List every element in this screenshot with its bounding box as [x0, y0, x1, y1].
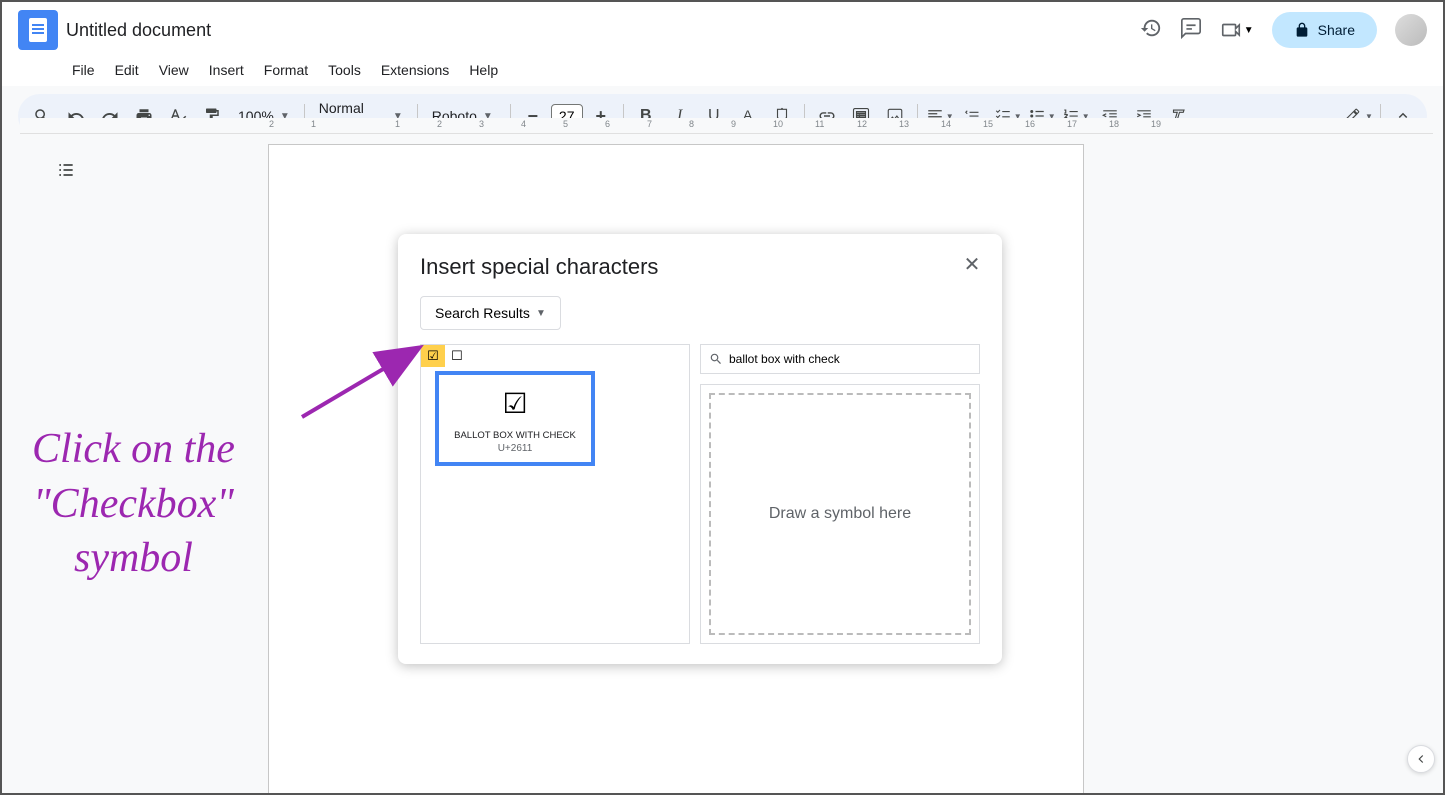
share-button[interactable]: Share	[1272, 12, 1377, 48]
avatar[interactable]	[1395, 14, 1427, 46]
menu-format[interactable]: Format	[256, 58, 316, 82]
vertical-ruler	[2, 134, 20, 793]
menu-view[interactable]: View	[151, 58, 197, 82]
horizontal-ruler: 2112345678910111213141516171819	[20, 118, 1433, 134]
annotation-text: Click on the "Checkbox" symbol	[32, 422, 235, 586]
header-right: ▼ Share	[1140, 12, 1427, 48]
outline-button[interactable]	[48, 152, 84, 188]
menu-edit[interactable]: Edit	[107, 58, 147, 82]
menu-help[interactable]: Help	[461, 58, 506, 82]
menu-tools[interactable]: Tools	[320, 58, 369, 82]
dialog-title: Insert special characters	[420, 254, 980, 280]
header: Untitled document ▼ Share	[2, 2, 1443, 58]
document-title[interactable]: Untitled document	[66, 20, 211, 41]
menu-insert[interactable]: Insert	[201, 58, 252, 82]
menu-extensions[interactable]: Extensions	[373, 58, 457, 82]
search-input[interactable]	[729, 352, 971, 366]
header-title-icons	[221, 21, 257, 39]
expand-side-panel-button[interactable]	[1407, 745, 1435, 773]
draw-area[interactable]: Draw a symbol here	[709, 393, 971, 635]
meet-icon[interactable]: ▼	[1220, 19, 1254, 41]
char-result-ballot-check[interactable]: ☑	[421, 345, 445, 367]
draw-panel: Draw a symbol here	[700, 384, 980, 644]
close-icon[interactable]: ✕	[960, 252, 984, 276]
special-characters-dialog: Insert special characters ✕ Search Resul…	[398, 234, 1002, 664]
menubar: File Edit View Insert Format Tools Exten…	[2, 58, 1443, 86]
comments-icon[interactable]	[1180, 17, 1202, 44]
category-dropdown[interactable]: Search Results▼	[420, 296, 561, 330]
tooltip-char: ☑	[447, 387, 583, 420]
char-tooltip: ☑ BALLOT BOX WITH CHECK U+2611	[435, 371, 595, 466]
docs-icon[interactable]	[18, 10, 58, 50]
history-icon[interactable]	[1140, 17, 1162, 44]
search-box[interactable]	[700, 344, 980, 374]
menu-file[interactable]: File	[64, 58, 103, 82]
tooltip-name: BALLOT BOX WITH CHECK	[447, 430, 583, 441]
results-panel: ☑ ☐ ☑ BALLOT BOX WITH CHECK U+2611	[420, 344, 690, 644]
char-result-ballot-box[interactable]: ☐	[445, 345, 469, 367]
tooltip-code: U+2611	[447, 443, 583, 454]
